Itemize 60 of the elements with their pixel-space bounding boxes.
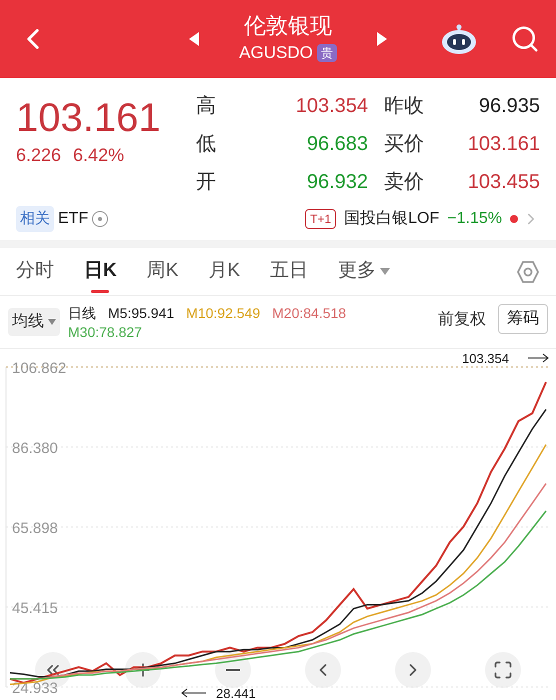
stat-value: 96.932 [306, 170, 368, 195]
stat-label: 昨收 [384, 94, 424, 119]
period-tab[interactable]: 五日 [270, 248, 308, 295]
percent-change: 6.42% [73, 144, 124, 167]
stat-value: 103.455 [468, 170, 540, 195]
axis-label: 106.862 [12, 360, 66, 377]
stat-label: 低 [196, 132, 216, 157]
zoom-out-button[interactable] [215, 652, 251, 688]
period-tab[interactable]: 月K [208, 248, 240, 295]
high-price-label: 103.354 [462, 351, 509, 366]
expand-icon [493, 660, 513, 680]
symbol-code: AGUSDO [239, 42, 313, 64]
period-tab[interactable]: 周K [146, 248, 178, 295]
arrow-icon [528, 354, 549, 362]
axis-label: 45.415 [12, 600, 58, 617]
minus-icon [226, 669, 240, 671]
axis-label: 86.380 [12, 440, 58, 457]
moving-average-value: M10:92.549 [186, 304, 260, 323]
fund-change: −1.15% [447, 209, 502, 229]
stat-label: 买价 [384, 132, 424, 157]
previous-button[interactable] [305, 652, 341, 688]
related-tag: 相关 [16, 206, 54, 232]
selected-underline [91, 290, 110, 293]
search-icon [510, 24, 540, 54]
stat-value: 103.161 [468, 132, 540, 157]
arrow-icon [181, 688, 206, 698]
trading-rule-tag: T+1 [305, 209, 336, 229]
stat-label: 开 [196, 170, 216, 195]
stat-label: 卖价 [384, 170, 424, 195]
stat-label: 高 [196, 94, 216, 119]
fullscreen-button[interactable] [485, 652, 521, 688]
current-price: 103.161 [16, 95, 162, 142]
chips-button[interactable]: 筹码 [498, 304, 548, 334]
period-tab[interactable]: 分时 [16, 248, 54, 295]
stat-value: 96.683 [306, 132, 368, 157]
etf-label: ETF [58, 209, 88, 229]
zoom-in-button[interactable] [125, 652, 161, 688]
previous-triangle-icon[interactable] [189, 32, 200, 46]
indicator-dropdown[interactable]: 均线 [8, 308, 60, 336]
period-tab[interactable]: 日K [84, 248, 117, 295]
fund-name[interactable]: 国投白银LOF [344, 207, 440, 231]
period-tab[interactable]: 更多 [338, 248, 390, 295]
settings-icon[interactable] [516, 260, 540, 284]
moving-average-value: M20:84.518 [272, 304, 346, 323]
search-button[interactable] [510, 24, 540, 54]
axis-label: 65.898 [12, 520, 58, 537]
period-label: 日线 [68, 304, 96, 323]
moving-average-value: M5:95.941 [108, 304, 174, 323]
moving-average-value: M30:78.827 [68, 323, 142, 342]
category-badge: 贵 [316, 44, 337, 62]
adjust-label[interactable]: 前复权 [438, 308, 486, 332]
axis-label: 24.933 [12, 680, 58, 697]
stat-value: 96.935 [478, 94, 540, 119]
robot-icon[interactable] [440, 22, 478, 56]
stat-value: 103.354 [296, 94, 368, 119]
next-button[interactable] [395, 652, 431, 688]
price-change: 6.226 [16, 144, 62, 167]
low-price-label: 28.441 [216, 686, 256, 700]
next-triangle-icon[interactable] [376, 32, 387, 46]
page-title: 伦敦银现 [244, 12, 332, 40]
